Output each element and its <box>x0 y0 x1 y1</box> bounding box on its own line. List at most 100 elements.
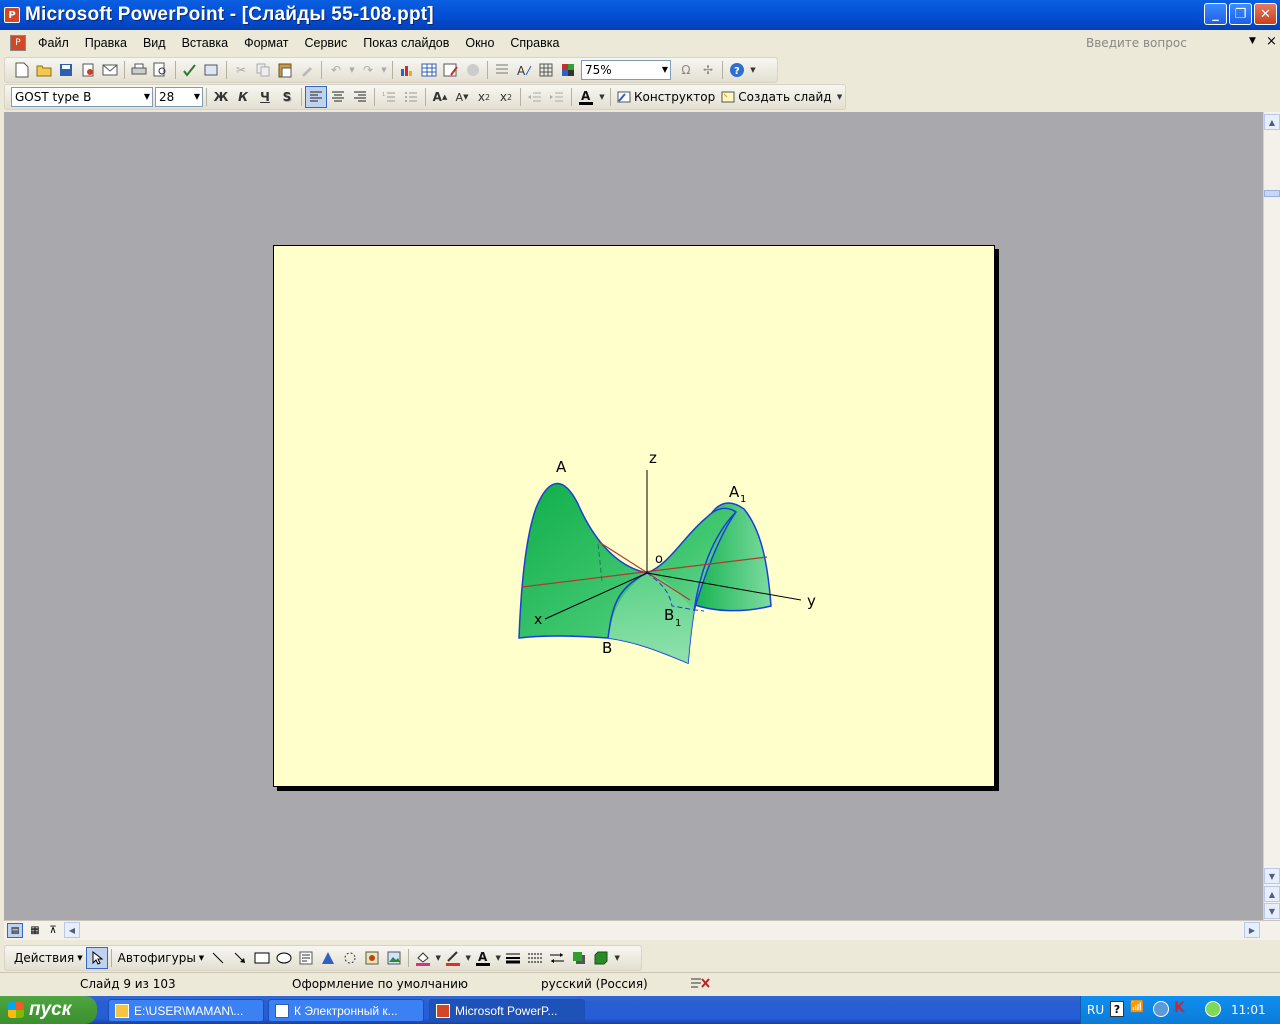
color-grayscale-icon[interactable] <box>557 59 579 81</box>
toolbar-options-icon[interactable]: ▼ <box>748 59 758 81</box>
open-icon[interactable] <box>33 59 55 81</box>
fill-color-icon[interactable] <box>412 947 434 969</box>
task-explorer[interactable]: E:\USER\MAMAN\... <box>108 999 264 1022</box>
numbering-icon[interactable]: 1 <box>378 86 400 108</box>
minimize-button[interactable]: _ <box>1204 3 1227 25</box>
research-icon[interactable] <box>201 59 223 81</box>
language-indicator[interactable]: RU <box>1087 1003 1104 1017</box>
close-document-button[interactable]: × <box>1266 34 1277 49</box>
shadow-style-icon[interactable] <box>568 947 590 969</box>
autoshapes-menu[interactable]: Автофигуры ▼ <box>115 948 208 968</box>
shadow-button[interactable]: S <box>276 86 298 108</box>
align-right-icon[interactable] <box>349 86 371 108</box>
scroll-left-icon[interactable]: ◀ <box>64 922 80 938</box>
start-button[interactable]: пуск <box>0 996 97 1024</box>
wordart-icon[interactable] <box>317 947 339 969</box>
font-dropdown-icon[interactable]: ▼ <box>144 92 150 101</box>
scroll-thumb[interactable] <box>1264 190 1280 197</box>
select-objects-icon[interactable] <box>85 947 108 969</box>
font-size-combo[interactable]: 28 ▼ <box>155 87 203 107</box>
line-style-icon[interactable] <box>502 947 524 969</box>
bullets-icon[interactable] <box>400 86 422 108</box>
symbol-icon[interactable]: Ω <box>675 59 697 81</box>
font-color-dropdown-icon[interactable]: ▼ <box>597 86 607 108</box>
next-slide-icon[interactable]: ▼ <box>1264 903 1280 919</box>
menu-view[interactable]: Вид <box>135 36 174 50</box>
undo-dropdown-icon[interactable]: ▼ <box>347 59 357 81</box>
designer-button[interactable]: Конструктор <box>614 87 718 107</box>
insert-diagram-icon[interactable] <box>462 59 484 81</box>
undo-icon[interactable]: ↶ <box>325 59 347 81</box>
zoom-dropdown-icon[interactable]: ▼ <box>662 65 668 74</box>
help-tray-icon[interactable]: ? <box>1110 1001 1124 1017</box>
menu-window[interactable]: Окно <box>457 36 502 50</box>
vertical-scrollbar[interactable]: ▲ ▼ ▲ ▼ <box>1263 112 1280 920</box>
toolbar-options-icon[interactable]: ▼ <box>835 86 845 108</box>
help-icon[interactable]: ? <box>726 59 748 81</box>
arrow-style-icon[interactable] <box>546 947 568 969</box>
rectangle-icon[interactable] <box>251 947 273 969</box>
redo-icon[interactable]: ↷ <box>357 59 379 81</box>
dash-style-icon[interactable] <box>524 947 546 969</box>
previous-slide-icon[interactable]: ▲ <box>1264 886 1280 902</box>
spelling-icon[interactable] <box>179 59 201 81</box>
actions-menu[interactable]: Действия ▼ <box>11 948 86 968</box>
print-preview-icon[interactable] <box>150 59 172 81</box>
increase-font-icon[interactable]: A ▲ <box>429 86 451 108</box>
increase-indent-icon[interactable] <box>546 86 568 108</box>
font-color-draw-icon[interactable]: A <box>472 947 494 969</box>
decrease-indent-icon[interactable] <box>524 86 546 108</box>
line-color-icon[interactable] <box>442 947 464 969</box>
network-tray-icon[interactable]: 📶 <box>1130 1000 1144 1013</box>
copy-icon[interactable] <box>252 59 274 81</box>
font-color-icon[interactable]: A <box>575 86 597 108</box>
document-icon[interactable]: P <box>10 35 26 51</box>
toolbar-options-icon[interactable]: ▼ <box>612 947 622 969</box>
subscript-icon[interactable]: x2 <box>473 86 495 108</box>
insert-table-icon[interactable] <box>418 59 440 81</box>
print-icon[interactable] <box>128 59 150 81</box>
bold-button[interactable]: Ж <box>210 86 232 108</box>
antivirus-tray-icon[interactable] <box>1153 1001 1169 1017</box>
decrease-font-icon[interactable]: A ▼ <box>451 86 473 108</box>
cut-icon[interactable]: ✂ <box>230 59 252 81</box>
close-button[interactable]: ✕ <box>1254 3 1277 25</box>
messenger-tray-icon[interactable] <box>1205 1001 1221 1017</box>
arrow-icon[interactable] <box>229 947 251 969</box>
expand-all-icon[interactable] <box>491 59 513 81</box>
picture-icon[interactable] <box>383 947 405 969</box>
menu-slideshow[interactable]: Показ слайдов <box>355 36 457 50</box>
powerpoint-app-icon[interactable]: P <box>4 7 20 23</box>
scroll-down-icon[interactable]: ▼ <box>1264 868 1280 884</box>
superscript-icon[interactable]: x2 <box>495 86 517 108</box>
frame-icon[interactable]: ✢ <box>697 59 719 81</box>
fill-color-dropdown-icon[interactable]: ▼ <box>434 947 442 969</box>
paste-icon[interactable] <box>274 59 296 81</box>
diagram-icon[interactable] <box>339 947 361 969</box>
slide-sorter-view-icon[interactable]: ▦ <box>27 923 43 938</box>
ask-dropdown-icon[interactable]: ▼ <box>1249 36 1256 46</box>
3d-style-icon[interactable] <box>590 947 612 969</box>
save-icon[interactable] <box>55 59 77 81</box>
font-color-draw-dropdown-icon[interactable]: ▼ <box>494 947 502 969</box>
line-color-dropdown-icon[interactable]: ▼ <box>464 947 472 969</box>
new-slide-button[interactable]: Создать слайд <box>718 87 834 107</box>
menu-help[interactable]: Справка <box>502 36 567 50</box>
insert-chart-icon[interactable] <box>396 59 418 81</box>
size-dropdown-icon[interactable]: ▼ <box>194 92 200 101</box>
menu-tools[interactable]: Сервис <box>296 36 355 50</box>
underline-button[interactable]: Ч <box>254 86 276 108</box>
oval-icon[interactable] <box>273 947 295 969</box>
italic-button[interactable]: К <box>232 86 254 108</box>
kaspersky-tray-icon[interactable]: K <box>1174 1000 1185 1016</box>
text-box-icon[interactable] <box>295 947 317 969</box>
slideshow-view-icon[interactable]: ⊼ <box>45 923 61 938</box>
align-center-icon[interactable] <box>327 86 349 108</box>
menu-edit[interactable]: Правка <box>77 36 135 50</box>
email-icon[interactable] <box>99 59 121 81</box>
slide-canvas[interactable]: A A 1 z o y x B B 1 <box>273 245 995 787</box>
maximize-button[interactable]: ❐ <box>1229 3 1252 25</box>
spellcheck-status-icon[interactable] <box>689 975 711 994</box>
menu-insert[interactable]: Вставка <box>174 36 236 50</box>
permission-icon[interactable] <box>77 59 99 81</box>
